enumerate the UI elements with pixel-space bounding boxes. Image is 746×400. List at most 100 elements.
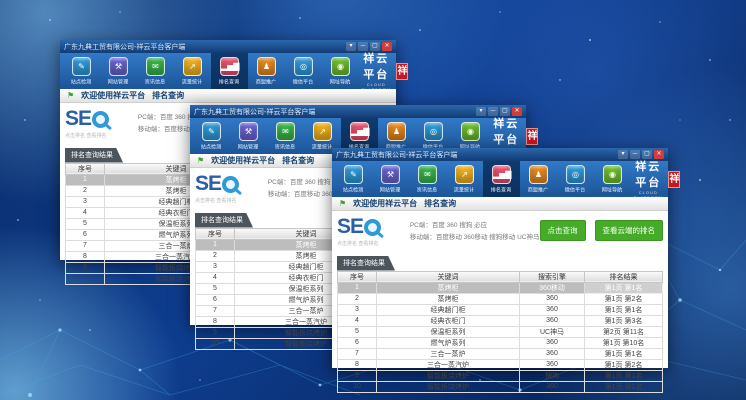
seo-wordmark-letters: SE bbox=[195, 172, 221, 196]
seo-tagline: 点击排名 查看排名 bbox=[65, 132, 134, 139]
row-no: 1 bbox=[196, 239, 235, 250]
toolbar-item-alliance-promo[interactable]: ♟商盟推广 bbox=[248, 53, 285, 89]
skin-button[interactable]: ▾ bbox=[346, 42, 356, 51]
toolbar-item-label: 资讯信息 bbox=[417, 185, 437, 193]
result-tab-row: 排名查询结果 bbox=[337, 252, 663, 271]
engine-info: PC端：百度 360 搜狗 必应 移动端：百度移动 360移动 搜狗移动 UC神… bbox=[410, 220, 540, 252]
row-no: 10 bbox=[66, 273, 105, 284]
row-no: 2 bbox=[66, 185, 105, 196]
welcome-banner: ⚑ 欢迎使用祥云平台 排名查询 bbox=[60, 89, 396, 103]
row-no: 1 bbox=[66, 174, 105, 185]
welcome-text: 欢迎使用祥云平台 bbox=[353, 198, 417, 209]
row-no: 10 bbox=[196, 338, 235, 349]
toolbar-item-news-info[interactable]: ✉资讯信息 bbox=[409, 161, 446, 197]
toolbar-item-label: 资讯信息 bbox=[145, 77, 165, 85]
site-nav-icon: ◉ bbox=[331, 57, 350, 76]
brand-name: 祥云平台 bbox=[489, 115, 523, 147]
main-toolbar: ✎站点检测⚒网站管理✉资讯信息↗流量统计▂▅▇排名查询♟商盟推广◎微信平台◉网址… bbox=[60, 53, 396, 89]
row-no: 5 bbox=[338, 326, 377, 337]
table-row[interactable]: 5保温柜系列UC神马第2页 第11名 bbox=[338, 326, 663, 337]
row-rank: 第1页 第1名 bbox=[585, 348, 663, 359]
brand-badge-icon: 祥 bbox=[526, 128, 538, 145]
toolbar-item-site-check[interactable]: ✎站点检测 bbox=[335, 161, 372, 197]
toolbar-item-alliance-promo[interactable]: ♟商盟推广 bbox=[520, 161, 557, 197]
toolbar-item-label: 站点检测 bbox=[343, 185, 363, 193]
site-check-icon: ✎ bbox=[202, 122, 221, 141]
app-window-front[interactable]: 广东九典工贸有限公司-祥云平台客户端 ▾ ─ ▢ ✕ ✎站点检测⚒网站管理✉资讯… bbox=[332, 148, 668, 368]
row-no: 4 bbox=[196, 272, 235, 283]
table-row[interactable]: 7三合一蒸炉360第1页 第1名 bbox=[338, 348, 663, 359]
toolbar-item-site-nav[interactable]: ◉网址导航 bbox=[594, 161, 631, 197]
brand-block: 祥云平台 CLOUD PLATFORM 祥 bbox=[359, 53, 410, 89]
toolbar-item-label: 资讯信息 bbox=[275, 142, 295, 150]
table-row[interactable]: 9智能板烧烤炉搜狗第1页 第1名 bbox=[338, 370, 663, 381]
toolbar-item-traffic-stats[interactable]: ↗流量统计 bbox=[446, 161, 483, 197]
tab-rank-results[interactable]: 排名查询结果 bbox=[337, 256, 395, 271]
flag-icon: ⚑ bbox=[339, 199, 346, 208]
row-keyword: 三合一蒸汽炉 bbox=[377, 359, 520, 370]
toolbar-item-label: 流量统计 bbox=[454, 185, 474, 193]
title-bar[interactable]: 广东九典工贸有限公司-祥云平台客户端 ▾ ─ ▢ ✕ bbox=[190, 105, 526, 118]
row-no: 5 bbox=[66, 218, 105, 229]
toolbar-item-site-check[interactable]: ✎站点检测 bbox=[193, 118, 230, 154]
row-keyword: 蒸烤柜 bbox=[377, 282, 520, 293]
table-row[interactable]: 3经典趟门柜360第1页 第1名 bbox=[338, 304, 663, 315]
brand-name: 祥云平台 bbox=[359, 50, 393, 82]
row-no: 9 bbox=[66, 262, 105, 273]
table-row[interactable]: 1蒸烤柜360移动第1页 第1名 bbox=[338, 282, 663, 293]
table-row[interactable]: 10智能板烧烤炉360第1页 第1名 bbox=[338, 381, 663, 392]
flag-icon: ⚑ bbox=[197, 156, 204, 165]
table-row[interactable]: 8三合一蒸汽炉360第1页 第2名 bbox=[338, 359, 663, 370]
row-engine: 360 bbox=[520, 348, 585, 359]
toolbar-item-wechat-platform[interactable]: ◎微信平台 bbox=[285, 53, 322, 89]
row-no: 7 bbox=[196, 305, 235, 316]
row-keyword: 燃气炉系列 bbox=[377, 337, 520, 348]
window-title: 广东九典工贸有限公司-祥云平台客户端 bbox=[336, 150, 457, 160]
toolbar-item-traffic-stats[interactable]: ↗流量统计 bbox=[174, 53, 211, 89]
title-bar[interactable]: 广东九典工贸有限公司-祥云平台客户端 ▾ ─ ▢ ✕ bbox=[332, 148, 668, 161]
table-row[interactable]: 2蒸烤柜360第1页 第2名 bbox=[338, 293, 663, 304]
row-no: 4 bbox=[66, 207, 105, 218]
toolbar-item-site-manage[interactable]: ⚒网站管理 bbox=[230, 118, 267, 154]
tab-rank-results[interactable]: 排名查询结果 bbox=[195, 213, 253, 228]
flag-icon: ⚑ bbox=[67, 91, 74, 100]
toolbar-item-news-info[interactable]: ✉资讯信息 bbox=[137, 53, 174, 89]
table-row[interactable]: 6燃气炉系列360第1页 第10名 bbox=[338, 337, 663, 348]
skin-button[interactable]: ▾ bbox=[476, 107, 486, 116]
toolbar-item-site-manage[interactable]: ⚒网站管理 bbox=[372, 161, 409, 197]
brand-badge-icon: 祥 bbox=[668, 171, 680, 188]
toolbar-item-label: 网站管理 bbox=[238, 142, 258, 150]
row-engine: 360 bbox=[520, 381, 585, 392]
toolbar-item-news-info[interactable]: ✉资讯信息 bbox=[267, 118, 304, 154]
column-header: 序号 bbox=[196, 228, 235, 239]
toolbar-item-rank-query[interactable]: ▂▅▇排名查询 bbox=[211, 53, 248, 89]
table-row[interactable]: 4经典衣柜门360第1页 第3名 bbox=[338, 315, 663, 326]
skin-button[interactable]: ▾ bbox=[618, 150, 628, 159]
row-no: 7 bbox=[66, 240, 105, 251]
site-nav-icon: ◉ bbox=[461, 122, 480, 141]
alliance-promo-icon: ♟ bbox=[387, 122, 406, 141]
toolbar-item-site-nav[interactable]: ◉网址导航 bbox=[322, 53, 359, 89]
row-no: 8 bbox=[338, 359, 377, 370]
toolbar-item-wechat-platform[interactable]: ◎微信平台 bbox=[557, 161, 594, 197]
view-cloud-rank-button[interactable]: 查看云端的排名 bbox=[595, 220, 664, 241]
brand-block: 祥云平台 CLOUD PLATFORM 祥 bbox=[631, 161, 682, 197]
column-header: 排名结果 bbox=[585, 271, 663, 282]
toolbar-item-label: 排名查询 bbox=[491, 185, 511, 193]
wechat-platform-icon: ◎ bbox=[424, 122, 443, 141]
row-keyword: 经典衣柜门 bbox=[377, 315, 520, 326]
row-engine: 360 bbox=[520, 359, 585, 370]
toolbar-item-label: 排名查询 bbox=[219, 77, 239, 85]
toolbar-item-site-check[interactable]: ✎站点检测 bbox=[63, 53, 100, 89]
wechat-platform-icon: ◎ bbox=[566, 165, 585, 184]
toolbar-item-rank-query[interactable]: ▂▅▇排名查询 bbox=[483, 161, 520, 197]
row-no: 4 bbox=[338, 315, 377, 326]
tab-rank-results[interactable]: 排名查询结果 bbox=[65, 148, 123, 163]
query-button[interactable]: 点击查询 bbox=[540, 220, 586, 241]
seo-wordmark-letters: SE bbox=[337, 215, 363, 239]
row-no: 7 bbox=[338, 348, 377, 359]
news-info-icon: ✉ bbox=[146, 57, 165, 76]
row-engine: 360 bbox=[520, 293, 585, 304]
toolbar-item-site-manage[interactable]: ⚒网站管理 bbox=[100, 53, 137, 89]
title-bar[interactable]: 广东九典工贸有限公司-祥云平台客户端 ▾ ─ ▢ ✕ bbox=[60, 40, 396, 53]
